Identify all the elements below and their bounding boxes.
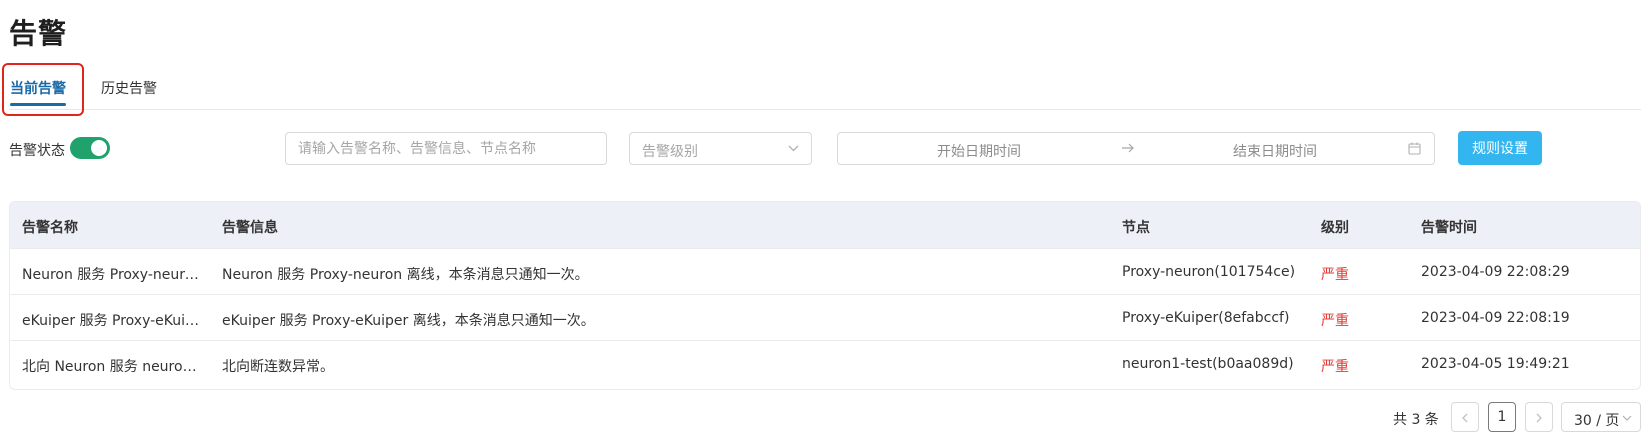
end-datetime-input[interactable]: 结束日期时间 — [1233, 141, 1317, 161]
next-page-button[interactable] — [1525, 402, 1553, 432]
level-cell: 严重 — [1321, 267, 1349, 283]
alarm-tabs: 当前告警 历史告警 — [2, 62, 1641, 116]
alarm-table: 告警名称 告警信息 节点 级别 告警时间 Neuron 服务 Proxy-neu… — [9, 201, 1641, 390]
alarm-name-cell: 北向 Neuron 服务 neuron... — [22, 359, 200, 375]
chevron-down-icon — [1622, 415, 1632, 421]
chevron-left-icon — [1462, 413, 1468, 423]
arrow-right-icon — [1122, 143, 1134, 153]
level-cell: 严重 — [1321, 313, 1349, 329]
column-header-time: 告警时间 — [1421, 220, 1477, 236]
column-header-name: 告警名称 — [22, 220, 78, 236]
time-cell: 2023-04-09 22:08:29 — [1421, 264, 1570, 280]
page-size-select[interactable]: 30 / 页 — [1561, 402, 1641, 432]
table-row: eKuiper 服务 Proxy-eKuip... eKuiper 服务 Pro… — [10, 294, 1640, 341]
alarm-info-cell: 北向断连数异常。 — [222, 359, 334, 375]
table-header: 告警名称 告警信息 节点 级别 告警时间 — [10, 202, 1640, 248]
filter-bar: 告警状态 告警级别 开始日期时间 结束日期时间 规则设置 — [9, 131, 1641, 166]
page-number-button[interactable]: 1 — [1488, 402, 1516, 432]
chevron-right-icon — [1536, 413, 1542, 423]
column-header-node: 节点 — [1122, 220, 1150, 236]
alarm-name-cell: Neuron 服务 Proxy-neuro... — [22, 267, 200, 283]
rule-settings-button[interactable]: 规则设置 — [1458, 131, 1542, 165]
prev-page-button[interactable] — [1451, 402, 1479, 432]
tab-current-alarms[interactable]: 当前告警 — [10, 78, 66, 98]
node-cell: neuron1-test(b0aa089d) — [1122, 356, 1294, 372]
active-tab-indicator — [10, 103, 66, 106]
page-title: 告警 — [9, 17, 68, 50]
column-header-info: 告警信息 — [222, 220, 278, 236]
time-cell: 2023-04-05 19:49:21 — [1421, 356, 1570, 372]
alarm-info-cell: Neuron 服务 Proxy-neuron 离线，本条消息只通知一次。 — [222, 267, 589, 283]
search-input[interactable] — [285, 132, 607, 165]
toggle-knob — [91, 140, 107, 156]
tab-history-alarms[interactable]: 历史告警 — [101, 78, 157, 98]
calendar-icon — [1408, 142, 1421, 155]
alarm-info-cell: eKuiper 服务 Proxy-eKuiper 离线，本条消息只通知一次。 — [222, 313, 595, 329]
node-cell: Proxy-eKuiper(8efabccf) — [1122, 310, 1290, 326]
level-cell: 严重 — [1321, 359, 1349, 375]
start-datetime-input[interactable]: 开始日期时间 — [937, 141, 1021, 161]
table-row: Neuron 服务 Proxy-neuro... Neuron 服务 Proxy… — [10, 248, 1640, 295]
time-cell: 2023-04-09 22:08:19 — [1421, 310, 1570, 326]
column-header-level: 级别 — [1321, 220, 1349, 236]
table-row: 北向 Neuron 服务 neuron... 北向断连数异常。 neuron1-… — [10, 340, 1640, 387]
alarm-level-placeholder: 告警级别 — [642, 144, 698, 160]
page-size-value: 30 / 页 — [1574, 413, 1620, 429]
total-count: 共 3 条 — [1393, 412, 1439, 428]
chevron-down-icon — [788, 145, 799, 152]
alarm-name-cell: eKuiper 服务 Proxy-eKuip... — [22, 313, 200, 329]
alarm-status-label: 告警状态 — [9, 143, 65, 159]
pagination: 共 3 条 1 30 / 页 — [0, 402, 1650, 434]
alarm-level-select[interactable]: 告警级别 — [629, 132, 812, 165]
alarm-status-toggle[interactable] — [70, 137, 110, 159]
node-cell: Proxy-neuron(101754ce) — [1122, 264, 1296, 280]
date-range-picker[interactable]: 开始日期时间 结束日期时间 — [837, 132, 1435, 165]
